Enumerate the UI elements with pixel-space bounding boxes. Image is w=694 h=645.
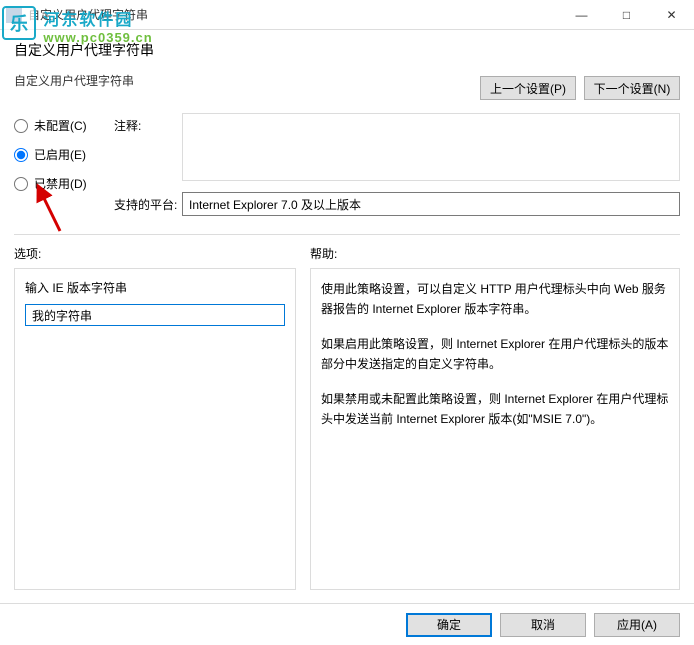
radio-disabled-label: 已禁用(D) [34,175,87,192]
help-panel: 使用此策略设置，可以自定义 HTTP 用户代理标头中向 Web 服务器报告的 I… [310,268,680,590]
header: 自定义用户代理字符串 自定义用户代理字符串 上一个设置(P) 下一个设置(N) [0,30,694,109]
radio-not-configured-label: 未配置(C) [34,117,87,134]
platform-label: 支持的平台: [114,192,182,213]
radio-enabled-input[interactable] [14,148,28,162]
divider [14,234,680,235]
help-text-1: 使用此策略设置，可以自定义 HTTP 用户代理标头中向 Web 服务器报告的 I… [321,279,669,320]
ie-string-input[interactable] [25,304,285,326]
app-icon [6,7,22,23]
options-panel: 输入 IE 版本字符串 [14,268,296,590]
minimize-button[interactable]: — [559,0,604,30]
radio-enabled-label: 已启用(E) [34,146,86,163]
maximize-button[interactable]: □ [604,0,649,30]
radio-group: 未配置(C) 已启用(E) 已禁用(D) [14,113,114,204]
comment-label: 注释: [114,113,182,134]
help-text-2: 如果启用此策略设置，则 Internet Explorer 在用户代理标头的版本… [321,334,669,375]
options-label: 选项: [14,245,296,262]
titlebar: 自定义用户代理字符串 — □ ✕ [0,0,694,30]
radio-not-configured[interactable]: 未配置(C) [14,117,114,134]
close-button[interactable]: ✕ [649,0,694,30]
page-title: 自定义用户代理字符串 [14,40,680,60]
help-text-3: 如果禁用或未配置此策略设置，则 Internet Explorer 在用户代理标… [321,389,669,430]
cancel-button[interactable]: 取消 [500,613,586,637]
next-setting-button[interactable]: 下一个设置(N) [584,76,680,100]
lower-area: 选项: 输入 IE 版本字符串 帮助: 使用此策略设置，可以自定义 HTTP 用… [0,241,694,595]
comment-textarea[interactable] [182,113,680,181]
radio-enabled[interactable]: 已启用(E) [14,146,114,163]
footer: 确定 取消 应用(A) [0,603,694,645]
window-title: 自定义用户代理字符串 [28,6,559,23]
ok-button[interactable]: 确定 [406,613,492,637]
prev-setting-button[interactable]: 上一个设置(P) [480,76,576,100]
radio-not-configured-input[interactable] [14,119,28,133]
platform-input[interactable] [182,192,680,216]
config-row: 未配置(C) 已启用(E) 已禁用(D) 注释: 支持的平台: [0,109,694,228]
radio-disabled-input[interactable] [14,177,28,191]
ie-string-label: 输入 IE 版本字符串 [25,279,285,296]
apply-button[interactable]: 应用(A) [594,613,680,637]
radio-disabled[interactable]: 已禁用(D) [14,175,114,192]
help-label: 帮助: [310,245,680,262]
